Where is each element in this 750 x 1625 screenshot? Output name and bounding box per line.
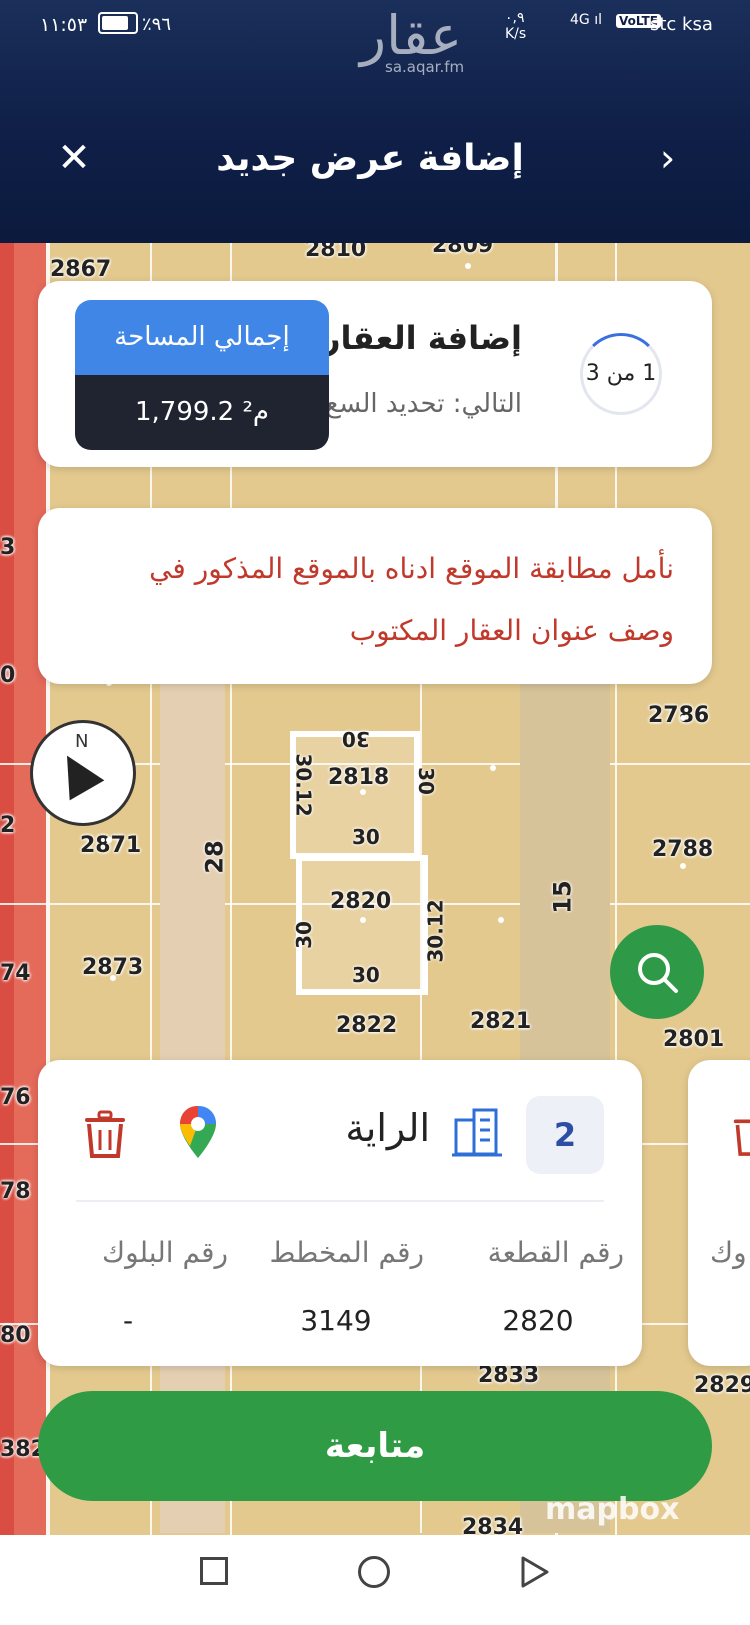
plot-number-label: رقم القطعة: [487, 1236, 624, 1269]
map-dot: [490, 765, 496, 771]
map-dot: [498, 917, 504, 923]
lot-number: 3: [0, 535, 16, 560]
map-dot: [680, 715, 686, 721]
dimension-label: 28: [200, 840, 229, 874]
dimension-label: 30: [352, 825, 380, 849]
compass-icon[interactable]: N: [30, 720, 136, 826]
block-number-label: رقم البلوك: [101, 1236, 228, 1269]
lot-number: 2822: [336, 1013, 398, 1038]
dimension-label: 30: [291, 921, 316, 949]
recent-apps-icon[interactable]: [200, 1557, 228, 1585]
plan-number-label: رقم المخطط: [269, 1236, 424, 1269]
plot-number-value: 2820: [502, 1304, 574, 1337]
continue-button[interactable]: متابعة: [38, 1391, 712, 1501]
block-number-value: -: [122, 1304, 134, 1337]
battery-icon: [98, 12, 138, 34]
total-area-box: إجمالي المساحة 1,799.2 م²: [75, 300, 329, 450]
building-icon: [452, 1108, 502, 1157]
lot-number: 2809: [432, 243, 494, 258]
lot-number: 2810: [305, 243, 367, 262]
lot-number: 2829: [694, 1373, 750, 1398]
battery-percent: ٪٩٦: [142, 14, 172, 35]
map-dot: [106, 837, 112, 843]
lot-number: 2833: [478, 1363, 540, 1388]
lot-number: 80: [0, 1323, 31, 1348]
lot-number: 2867: [50, 257, 112, 282]
page-title: إضافة عرض جديد: [216, 138, 524, 179]
lot-number: 76: [0, 1085, 31, 1110]
trash-icon: [733, 1119, 750, 1156]
total-area-value: 1,799.2 م²: [75, 375, 329, 450]
map-dot: [110, 975, 116, 981]
signal-icon: 4G ıl: [570, 12, 602, 28]
carrier-name: stc ksa: [650, 14, 713, 35]
divider: [76, 1200, 604, 1202]
warning-text: نأمل مطابقة الموقع ادناه بالموقع المذكور…: [149, 552, 674, 647]
home-icon[interactable]: [358, 1556, 390, 1588]
mapbox-attribution: mapbox: [545, 1492, 680, 1527]
back-icon[interactable]: [520, 1555, 550, 1589]
google-maps-icon[interactable]: [178, 1104, 218, 1160]
network-speed: ٠,٩ K/s: [505, 10, 527, 42]
parcel-card[interactable]: 2 الراية رقم القطعة رقم المخطط رقم البلو…: [38, 1060, 642, 1366]
dimension-label: 30: [342, 727, 370, 751]
dimension-label: 30.12: [423, 899, 448, 963]
chevron-right-icon[interactable]: ›: [660, 139, 690, 177]
lot-number: 0: [0, 663, 16, 688]
lot-number: 2801: [663, 1027, 725, 1052]
step-title: إضافة العقار: [322, 319, 522, 357]
dimension-label: 15: [548, 880, 577, 914]
lot-number: 2786: [648, 703, 710, 728]
lot-number: 78: [0, 1179, 31, 1204]
map-dot: [680, 863, 686, 869]
lot-number: 2818: [328, 765, 390, 790]
parcel-index-badge: 2: [526, 1096, 604, 1174]
lot-number: 74: [0, 961, 31, 986]
lot-number: 2834: [462, 1515, 524, 1535]
step-progress: 1 من 3: [580, 333, 662, 415]
compass-arrow-icon: [49, 745, 105, 801]
map-dot: [360, 789, 366, 795]
close-icon[interactable]: ✕: [56, 138, 92, 178]
map-dot: [360, 917, 366, 923]
map-search-button[interactable]: [610, 925, 704, 1019]
map-dot: [465, 263, 471, 269]
peek-label: وك: [710, 1236, 747, 1269]
parcel-district-name: الراية: [345, 1106, 430, 1150]
lot-number: 2821: [470, 1009, 532, 1034]
lot-number: 2788: [652, 837, 714, 862]
next-parcel-card[interactable]: وك: [688, 1060, 750, 1366]
warning-card: نأمل مطابقة الموقع ادناه بالموقع المذكور…: [38, 508, 712, 684]
plan-number-value: 3149: [300, 1304, 372, 1337]
lot-number: 2: [0, 813, 16, 838]
step-next-label: التالي: تحديد السع: [325, 389, 522, 419]
trash-icon[interactable]: [83, 1110, 127, 1160]
dimension-label: 30: [352, 963, 380, 987]
watermark-site: sa.aqar.fm: [385, 58, 465, 76]
system-nav-bar: [0, 1535, 750, 1625]
lot-number: 2820: [330, 889, 392, 914]
status-time: ١١:٥٣: [40, 14, 88, 36]
search-icon: [638, 953, 678, 993]
app-header: ١١:٥٣ ٪٩٦ عقار sa.aqar.fm ٠,٩ K/s 4G ıl …: [0, 0, 750, 243]
dimension-label: 30: [413, 767, 438, 795]
total-area-label: إجمالي المساحة: [75, 300, 329, 375]
dimension-label: 30.12: [291, 753, 316, 817]
